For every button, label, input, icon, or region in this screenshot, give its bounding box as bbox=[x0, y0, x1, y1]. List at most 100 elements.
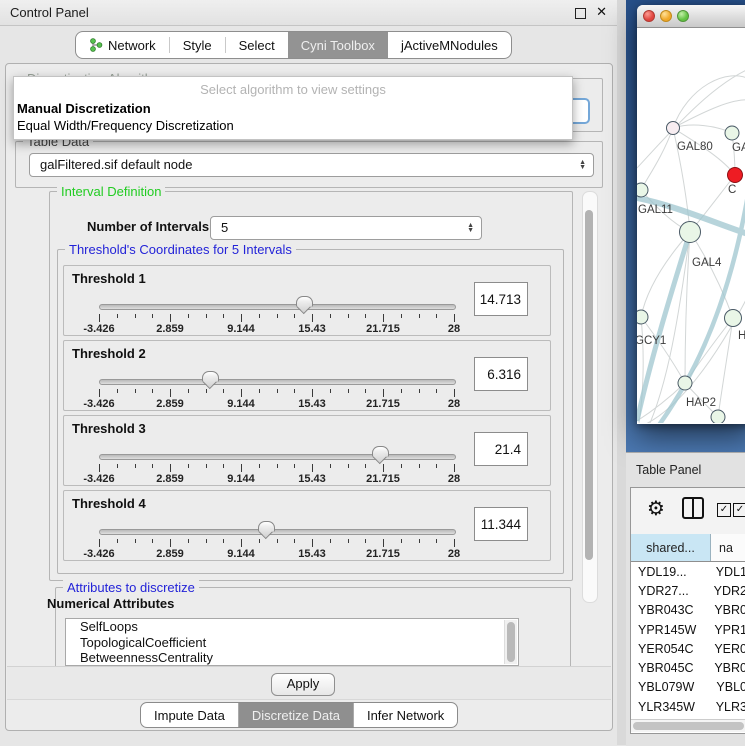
network-node[interactable] bbox=[725, 310, 742, 327]
network-node[interactable] bbox=[667, 122, 680, 135]
dropdown-option-manual[interactable]: Manual Discretization bbox=[17, 101, 151, 116]
tab-select[interactable]: Select bbox=[226, 32, 288, 58]
tab-infer-network[interactable]: Infer Network bbox=[354, 703, 457, 727]
tab-impute-data[interactable]: Impute Data bbox=[141, 703, 239, 727]
slider-tick bbox=[206, 389, 207, 393]
slider-tick bbox=[277, 314, 278, 318]
control-panel-title: Control Panel bbox=[10, 5, 89, 20]
float-window-icon[interactable] bbox=[575, 8, 586, 19]
table-data-combo[interactable]: galFiltered.sif default node ▲▼ bbox=[29, 153, 594, 177]
table-row[interactable]: YLR345WYLR3 bbox=[631, 697, 745, 716]
threshold-slider-track[interactable] bbox=[99, 379, 456, 385]
num-intervals-combo[interactable]: 5 ▲▼ bbox=[210, 216, 482, 240]
table-horizontal-scrollbar[interactable] bbox=[631, 719, 745, 732]
threshold-value-field[interactable]: 21.4 bbox=[474, 432, 528, 466]
table-cell[interactable]: YER054C bbox=[631, 642, 708, 656]
network-node[interactable] bbox=[725, 126, 739, 140]
network-node[interactable] bbox=[711, 410, 725, 423]
network-node[interactable] bbox=[637, 310, 648, 324]
slider-tick-label: 2.859 bbox=[156, 323, 184, 335]
dropdown-option-equal-width[interactable]: Equal Width/Frequency Discretization bbox=[17, 118, 234, 133]
attributes-scrollbar[interactable] bbox=[504, 620, 517, 664]
threshold-value-field[interactable]: 6.316 bbox=[474, 357, 528, 391]
slider-tick bbox=[241, 314, 242, 322]
threshold-slider-track[interactable] bbox=[99, 529, 456, 535]
threshold-slider-thumb[interactable] bbox=[372, 446, 389, 457]
minimize-traffic-light-icon[interactable] bbox=[660, 10, 672, 22]
table-rows: YDL19...YDL1YDR27...YDR2YBR043CYBR0YPR14… bbox=[631, 562, 745, 736]
numerical-attributes-list[interactable]: SelfLoopsTopologicalCoefficientBetweenne… bbox=[65, 618, 519, 666]
scrollbar-thumb[interactable] bbox=[585, 210, 593, 560]
table-cell[interactable]: YLR3 bbox=[710, 700, 745, 714]
attribute-list-item[interactable]: SelfLoops bbox=[66, 619, 518, 635]
table-cell[interactable]: YDL19... bbox=[631, 565, 710, 579]
threshold-panel: Threshold 1 -3.4262.8599.14415.4321.7152… bbox=[63, 265, 551, 336]
table-cell[interactable]: YPR1 bbox=[708, 623, 745, 637]
network-graph[interactable]: GAL80GACGAL11GAL4GCY1HHAP2 bbox=[637, 28, 745, 423]
table-cell[interactable]: YBR0 bbox=[708, 603, 745, 617]
table-cell[interactable]: YBR045C bbox=[631, 661, 708, 675]
slider-tick-label: 15.43 bbox=[298, 473, 326, 485]
table-row[interactable]: YDR27...YDR2 bbox=[631, 581, 745, 600]
threshold-slider-thumb[interactable] bbox=[258, 521, 275, 532]
slider-tick-label: 21.715 bbox=[366, 473, 400, 485]
slider-tick bbox=[117, 464, 118, 468]
column-header-name[interactable]: na bbox=[711, 534, 745, 561]
table-cell[interactable]: YBL079W bbox=[631, 680, 710, 694]
close-traffic-light-icon[interactable] bbox=[643, 10, 655, 22]
table-cell[interactable]: YBR0 bbox=[708, 661, 745, 675]
tab-jactivemnodules[interactable]: jActiveMNodules bbox=[388, 32, 511, 58]
table-cell[interactable]: YDR2 bbox=[708, 584, 745, 598]
network-window[interactable]: GAL80GACGAL11GAL4GCY1HHAP2 bbox=[637, 5, 745, 424]
slider-tick bbox=[259, 389, 260, 393]
table-cell[interactable]: YBL0 bbox=[710, 680, 745, 694]
table-row[interactable]: YPR145WYPR1 bbox=[631, 620, 745, 639]
scrollbar-thumb[interactable] bbox=[633, 722, 744, 730]
slider-tick bbox=[401, 464, 402, 468]
threshold-slider-track[interactable] bbox=[99, 454, 456, 460]
tab-cyni-toolbox[interactable]: Cyni Toolbox bbox=[288, 32, 388, 58]
close-icon[interactable]: ✕ bbox=[596, 4, 607, 20]
slider-tick bbox=[223, 464, 224, 468]
table-row[interactable]: YBR043CYBR0 bbox=[631, 601, 745, 620]
table-panel: Table Panel ⚙ ✓ ✓ shared... na YDL19...Y… bbox=[626, 452, 745, 746]
network-node[interactable] bbox=[678, 376, 692, 390]
zoom-traffic-light-icon[interactable] bbox=[677, 10, 689, 22]
table-cell[interactable]: YDR27... bbox=[631, 584, 708, 598]
slider-tick bbox=[152, 389, 153, 393]
network-node[interactable] bbox=[728, 168, 743, 183]
threshold-slider-thumb[interactable] bbox=[202, 371, 219, 382]
network-node[interactable] bbox=[680, 222, 701, 243]
tab-network[interactable]: Network bbox=[76, 32, 169, 58]
network-window-titlebar[interactable] bbox=[637, 5, 745, 28]
attribute-list-item[interactable]: TopologicalCoefficient bbox=[66, 635, 518, 651]
attribute-list-item[interactable]: BetweennessCentrality bbox=[66, 650, 518, 666]
table-row[interactable]: YBL079WYBL0 bbox=[631, 678, 745, 697]
slider-tick-label: 2.859 bbox=[156, 398, 184, 410]
threshold-slider-thumb[interactable] bbox=[296, 296, 313, 307]
tab-discretize-data[interactable]: Discretize Data bbox=[239, 703, 354, 727]
table-cell[interactable]: YPR145W bbox=[631, 623, 708, 637]
gear-icon[interactable]: ⚙ bbox=[647, 496, 665, 521]
node-label: GCY1 bbox=[637, 335, 666, 347]
thresholds-group: Threshold's Coordinates for 5 Intervals … bbox=[57, 249, 564, 574]
slider-tick bbox=[152, 464, 153, 468]
threshold-value-field[interactable]: 11.344 bbox=[474, 507, 528, 541]
threshold-value-field[interactable]: 14.713 bbox=[474, 282, 528, 316]
table-cell[interactable]: YER0 bbox=[708, 642, 745, 656]
threshold-slider-track[interactable] bbox=[99, 304, 456, 310]
checkbox-checked-icon[interactable]: ✓ bbox=[717, 503, 731, 517]
table-cell[interactable]: YDL1 bbox=[710, 565, 745, 579]
column-header-shared-name[interactable]: shared... bbox=[631, 534, 711, 561]
table-row[interactable]: YBR045CYBR0 bbox=[631, 658, 745, 677]
table-row[interactable]: YER054CYER0 bbox=[631, 639, 745, 658]
tab-style[interactable]: Style bbox=[170, 32, 225, 58]
settings-scrollbar[interactable] bbox=[582, 191, 598, 603]
checkbox-checked-icon[interactable]: ✓ bbox=[733, 503, 745, 517]
network-node[interactable] bbox=[637, 183, 648, 197]
table-cell[interactable]: YBR043C bbox=[631, 603, 708, 617]
table-row[interactable]: YDL19...YDL1 bbox=[631, 562, 745, 581]
table-cell[interactable]: YLR345W bbox=[631, 700, 710, 714]
column-browser-icon[interactable] bbox=[682, 497, 704, 519]
apply-button[interactable]: Apply bbox=[271, 673, 335, 696]
